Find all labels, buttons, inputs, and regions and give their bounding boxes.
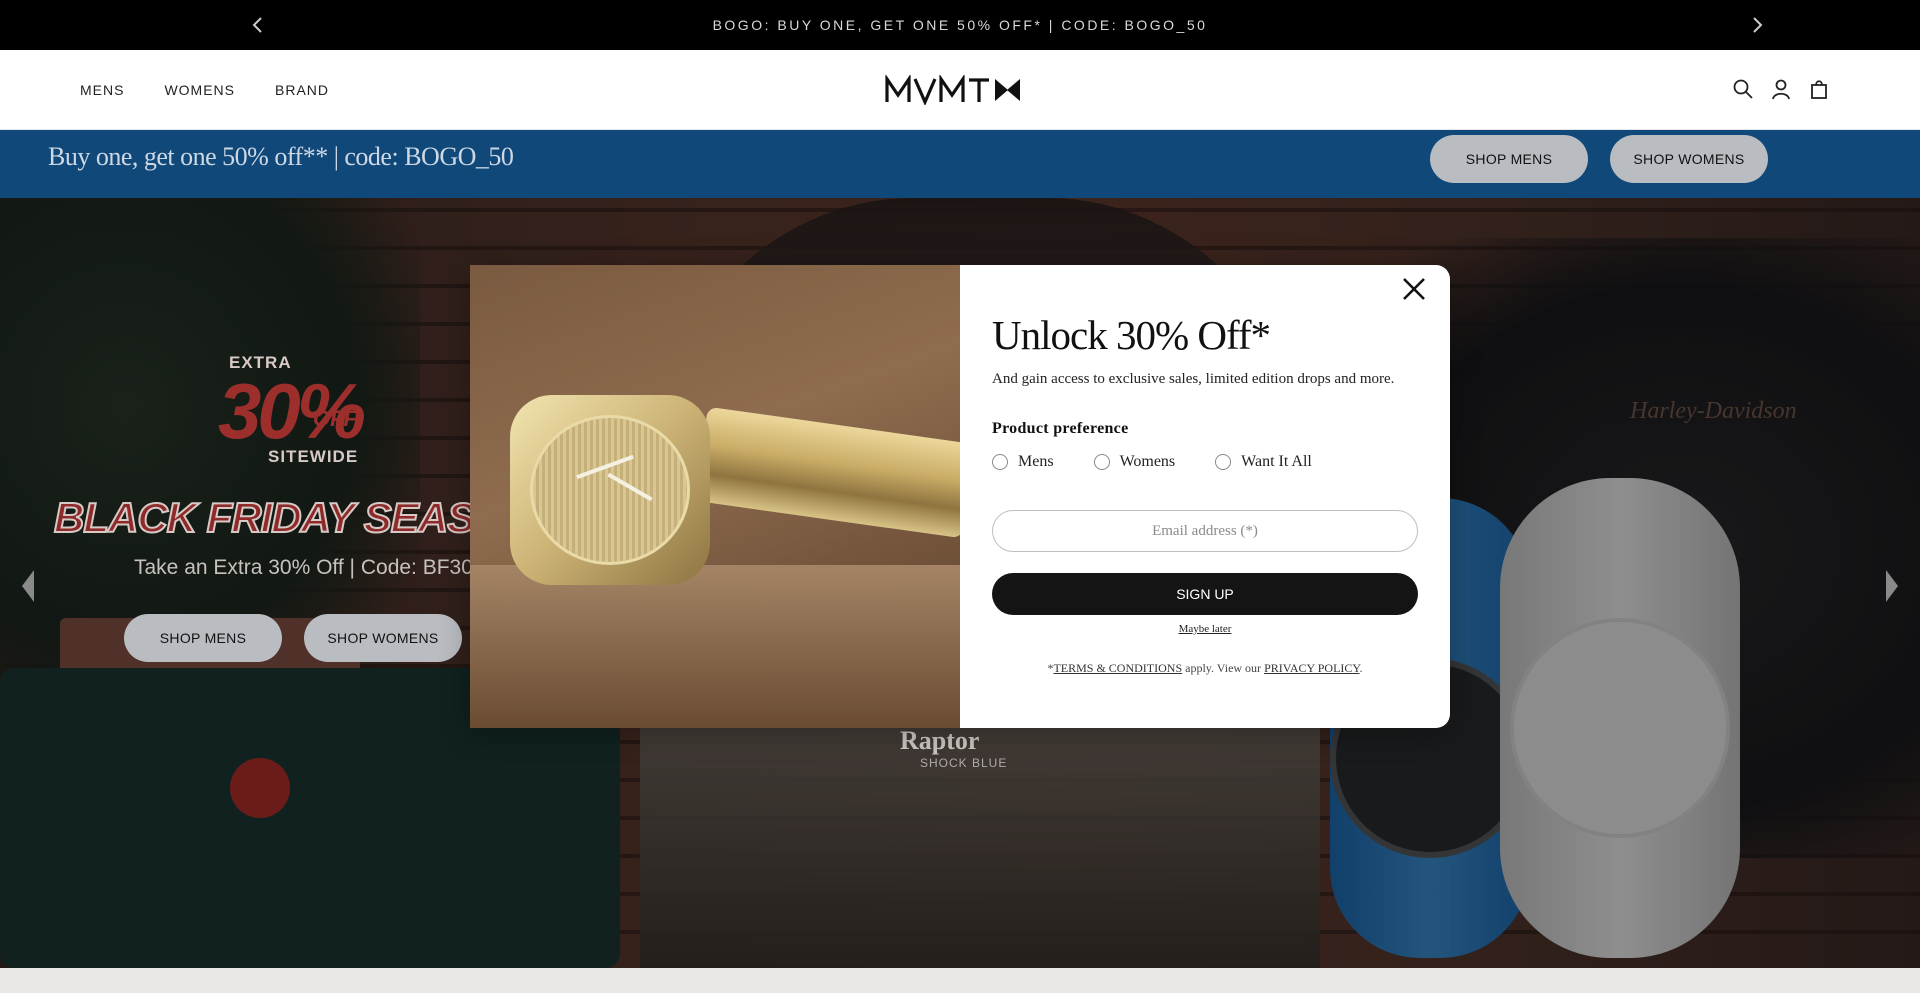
badge-sitewide: SITEWIDE [268,447,359,466]
carousel-next-icon[interactable] [1884,568,1900,604]
product-label: Raptor SHOCK BLUE [900,726,1007,770]
announcement-text: BOGO: BUY ONE, GET ONE 50% OFF* | CODE: … [712,17,1208,33]
header-icons [1732,78,1830,100]
hero-copy: EXTRA 30% OFF SITEWIDE BLACK FRIDAY SEAS… [0,198,575,968]
modal-body: Unlock 30% Off* And gain access to exclu… [960,265,1450,728]
terms-link[interactable]: TERMS & CONDITIONS [1053,661,1182,675]
radio-mens[interactable]: Mens [992,453,1054,471]
preference-label: Product preference [992,420,1129,437]
nav-item-brand[interactable]: BRAND [275,82,329,98]
legal-text: *TERMS & CONDITIONS apply. View our PRIV… [992,661,1418,676]
radio-circle[interactable] [992,454,1008,470]
radio-circle[interactable] [1093,454,1110,470]
email-input[interactable] [992,510,1418,552]
account-icon[interactable] [1770,78,1792,100]
mvmt-logo[interactable] [885,75,1025,105]
page: BOGO: BUY ONE, GET ONE 50% OFF* | CODE: … [0,0,1920,993]
announcement-bar: BOGO: BUY ONE, GET ONE 50% OFF* | CODE: … [0,0,1920,50]
radio-label: Mens [1018,453,1054,470]
promo-strip: Buy one, get one 50% off** | code: BOGO_… [0,130,1920,198]
badge-off: OFF [313,406,357,431]
modal-description: And gain access to exclusive sales, limi… [992,371,1395,387]
radio-womens[interactable]: Womens [1093,453,1176,471]
chevron-left-icon[interactable] [248,15,268,35]
carousel-prev-icon[interactable] [20,568,36,604]
maybe-later-link[interactable]: Maybe later [992,623,1418,635]
promo-shop-mens-button[interactable]: SHOP MENS [1430,135,1588,183]
nav-item-mens[interactable]: MENS [80,82,124,98]
radio-circle[interactable] [1215,454,1232,470]
product-subtitle: SHOCK BLUE [920,756,1008,770]
site-header: MENS WOMENS BRAND [0,50,1920,130]
promo-shop-womens-button[interactable]: SHOP WOMENS [1610,135,1768,183]
close-icon[interactable] [1400,275,1428,303]
hero-shop-mens-button[interactable]: SHOP MENS [124,614,282,662]
hero-subtitle: Take an Extra 30% Off | Code: BF30 [134,556,473,579]
legal-suffix: . [1359,661,1363,675]
modal-title: Unlock 30% Off* [992,312,1271,358]
nav-item-womens[interactable]: WOMENS [164,82,235,98]
main-nav: MENS WOMENS BRAND [80,50,329,130]
chevron-right-icon[interactable] [1747,15,1767,35]
hero-shop-womens-button[interactable]: SHOP WOMENS [304,614,462,662]
search-icon[interactable] [1732,78,1754,100]
legal-middle: apply. View our [1182,661,1265,675]
bag-icon[interactable] [1808,78,1830,100]
privacy-link[interactable]: PRIVACY POLICY [1264,661,1359,675]
radio-want-it-all[interactable]: Want It All [1215,453,1312,471]
footer-strip [0,968,1920,993]
signup-button[interactable]: SIGN UP [992,573,1418,615]
product-name: Raptor [900,726,980,755]
promo-text: Buy one, get one 50% off** | code: BOGO_… [48,142,514,171]
gold-watch-image [470,265,960,728]
signup-modal: Unlock 30% Off* And gain access to exclu… [470,265,1450,728]
radio-label: Want It All [1241,453,1312,470]
radio-label: Womens [1119,453,1176,470]
preference-radios: Mens Womens Want It All [992,453,1352,471]
